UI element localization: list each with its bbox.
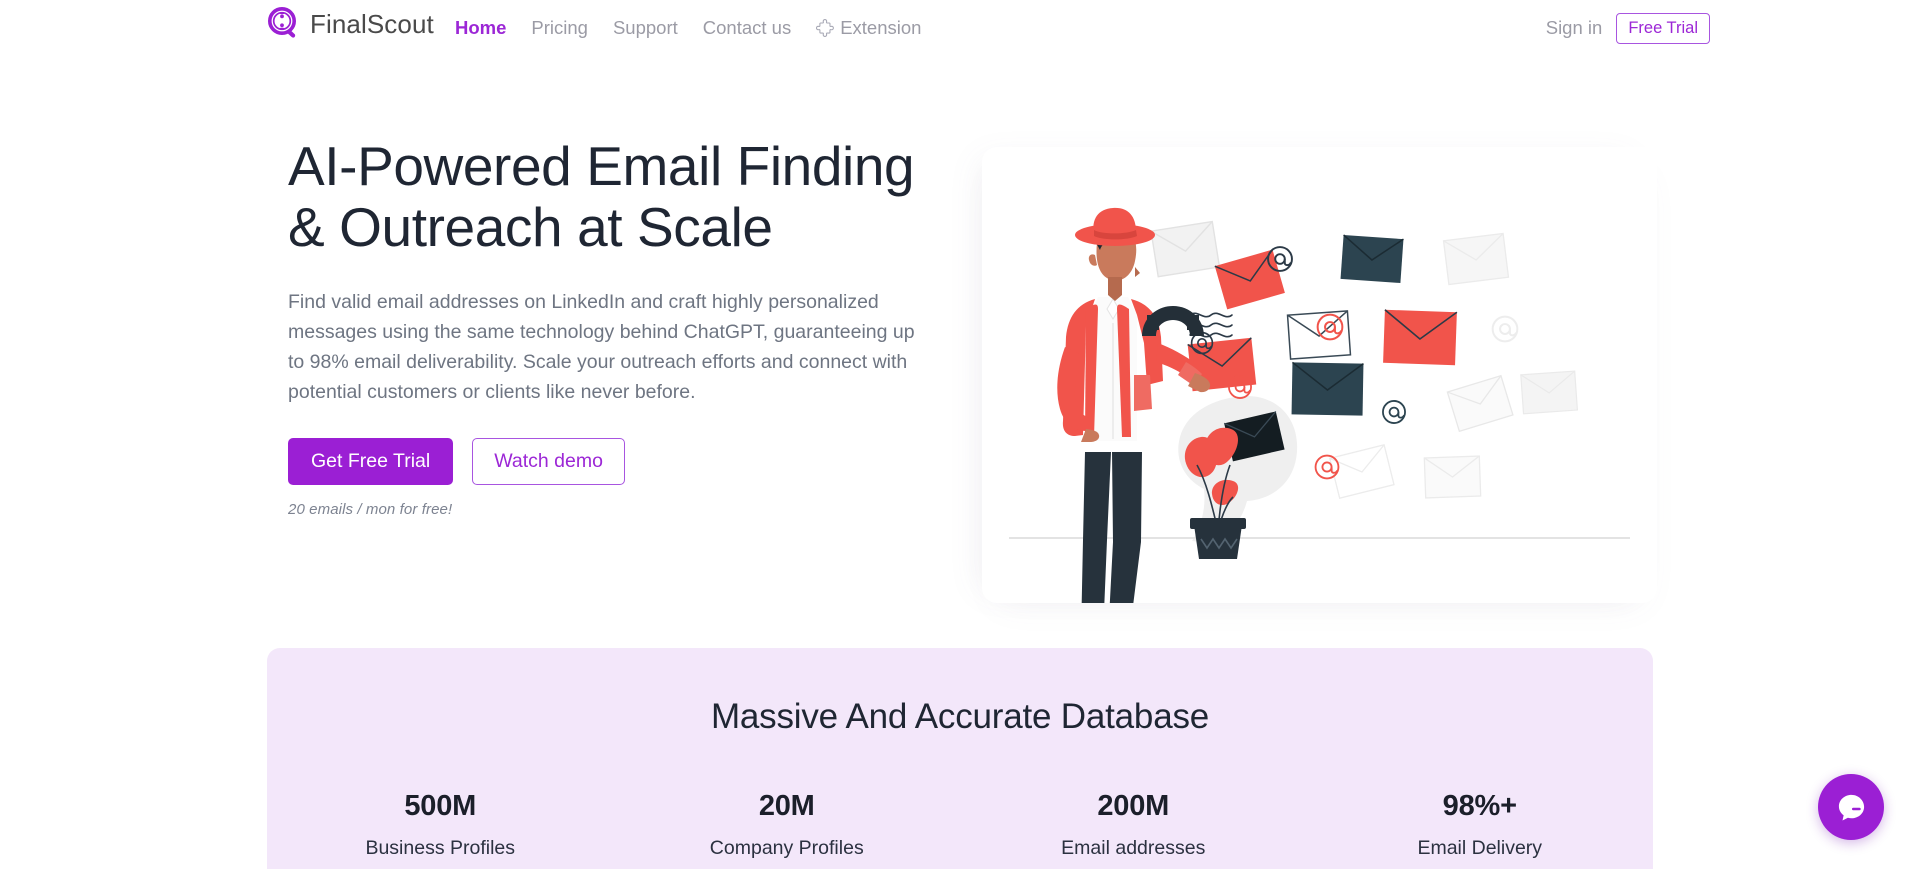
nav-item-extension[interactable]: Extension	[816, 0, 921, 56]
stat-label: Company Profiles	[709, 837, 864, 859]
free-trial-button[interactable]: Free Trial	[1616, 12, 1710, 44]
nav-item-extension-label: Extension	[840, 17, 922, 38]
chat-widget-button[interactable]	[1818, 774, 1884, 840]
stat-value: 500M	[404, 790, 477, 822]
landing-page: FinalScout Home Pricing Support Contact …	[0, 0, 1920, 869]
hero-section: AI-Powered Email Finding & Outreach at S…	[0, 56, 1920, 641]
hero-copy: AI-Powered Email Finding & Outreach at S…	[288, 136, 928, 518]
stat-value: 20M	[758, 790, 815, 822]
site-header: FinalScout Home Pricing Support Contact …	[0, 0, 1920, 56]
stat-label: Email addresses	[1061, 837, 1206, 859]
email-magnet-illustration	[1009, 207, 1630, 603]
header-actions: Sign in Free Trial	[1546, 0, 1710, 56]
nav-item-pricing[interactable]: Pricing	[531, 0, 588, 56]
chat-bubble-icon	[1838, 794, 1864, 820]
stats-grid: 500M Business Profiles 20M Company Profi…	[267, 790, 1653, 860]
nav-item-support[interactable]: Support	[613, 0, 678, 56]
stat-value: 200M	[1097, 790, 1170, 822]
hero-subtitle: Find valid email addresses on LinkedIn a…	[288, 291, 915, 403]
get-free-trial-button[interactable]: Get Free Trial	[288, 438, 454, 485]
puzzle-piece-icon	[816, 18, 835, 37]
sign-in-link[interactable]: Sign in	[1546, 17, 1603, 39]
stat-business-profiles: 500M Business Profiles	[267, 790, 614, 860]
nav-item-contact-us[interactable]: Contact us	[703, 0, 791, 56]
main-nav: Home Pricing Support Contact us Extensio…	[455, 0, 921, 56]
stats-section: Massive And Accurate Database 500M Busin…	[267, 648, 1653, 869]
stat-email-addresses: 200M Email addresses	[960, 790, 1307, 860]
magnifier-logo-icon	[268, 7, 296, 38]
stat-company-profiles: 20M Company Profiles	[614, 790, 961, 860]
hero-actions: Get Free Trial Watch demo	[288, 438, 928, 485]
nav-item-home[interactable]: Home	[455, 0, 506, 56]
hero-illustration-card	[982, 147, 1657, 603]
stat-label: Business Profiles	[365, 837, 516, 859]
page-title: AI-Powered Email Finding & Outreach at S…	[288, 135, 915, 258]
stat-email-delivery: 98%+ Email Delivery	[1307, 790, 1654, 860]
brand-logo-link[interactable]: FinalScout	[267, 7, 434, 41]
watch-demo-button[interactable]: Watch demo	[472, 438, 625, 485]
stat-value: 98%+	[1442, 790, 1517, 822]
brand-name: FinalScout	[310, 9, 434, 39]
free-tier-note: 20 emails / mon for free!	[288, 501, 453, 518]
stats-title: Massive And Accurate Database	[710, 697, 1210, 736]
stat-label: Email Delivery	[1417, 837, 1543, 859]
